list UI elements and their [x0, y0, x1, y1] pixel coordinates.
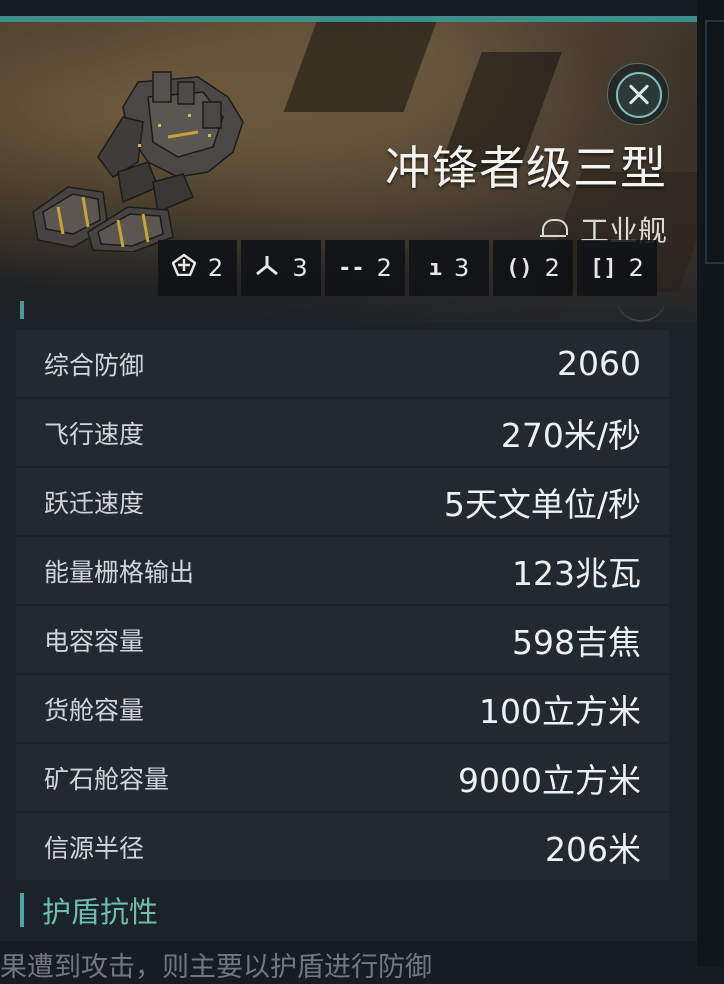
industrial-ship-icon: [539, 219, 568, 239]
stat-label: 能量栅格输出: [44, 557, 195, 587]
mid-slot-icon: ı: [428, 255, 442, 281]
stat-label: 货舱容量: [44, 695, 145, 725]
ship-header: 冲锋者级三型 工业舰 2 3 -- 2 ı 3 () 2 [] 2: [0, 22, 697, 322]
turret-icon: [254, 254, 280, 282]
ship-name: 冲锋者级三型: [385, 141, 667, 195]
stat-row: 跃迁速度 5天文单位/秒: [16, 468, 669, 535]
slot-count: 3: [292, 254, 308, 282]
close-icon: [616, 72, 662, 118]
slot-low[interactable]: () 2: [493, 240, 573, 296]
stat-value: 598吉焦: [512, 622, 641, 662]
slot-count: 2: [544, 254, 560, 282]
slot-count: 2: [376, 254, 392, 282]
stat-label: 矿石舱容量: [44, 764, 170, 794]
drone-bay-icon: [171, 253, 197, 282]
fitting-slots: 2 3 -- 2 ı 3 () 2 [] 2: [158, 240, 657, 296]
shield-resistance-title: 护盾抗性: [42, 895, 159, 929]
stat-label: 信源半径: [44, 833, 145, 863]
high-slot-icon: --: [338, 255, 365, 281]
slot-count: 3: [453, 254, 470, 282]
stat-value: 100立方米: [479, 691, 641, 731]
slot-count: 2: [207, 254, 224, 282]
slot-count: 2: [628, 254, 644, 282]
stat-label: 飞行速度: [44, 419, 145, 449]
stat-row: 电容容量 598吉焦: [16, 606, 669, 673]
low-slot-icon: (): [506, 255, 533, 281]
stat-row: 货舱容量 100立方米: [16, 675, 669, 742]
slot-turret[interactable]: 3: [241, 240, 321, 296]
stat-row: 矿石舱容量 9000立方米: [16, 744, 669, 811]
stat-value: 123兆瓦: [512, 553, 641, 593]
slot-drone[interactable]: 2: [158, 240, 237, 296]
stat-label: 跃迁速度: [44, 488, 145, 518]
close-button[interactable]: [607, 63, 669, 125]
stat-row: 综合防御 2060: [16, 330, 669, 397]
stat-value: 270米/秒: [500, 415, 641, 455]
section-marker: [20, 301, 24, 319]
stat-row: 信源半径 206米: [16, 813, 669, 880]
stat-value: 9000立方米: [458, 760, 641, 800]
slot-mid[interactable]: ı 3: [409, 240, 489, 296]
stat-value: 206米: [545, 829, 641, 869]
stat-row: 飞行速度 270米/秒: [16, 399, 669, 466]
stat-label: 电容容量: [44, 626, 145, 656]
ship-image: [32, 71, 244, 252]
background-right-edge: [697, 0, 724, 966]
stat-row: 能量栅格输出 123兆瓦: [16, 537, 669, 604]
section-marker: [20, 893, 24, 927]
stat-value: 2060: [557, 344, 641, 383]
slot-high[interactable]: -- 2: [325, 240, 405, 296]
shield-resistance-section: 护盾抗性: [20, 889, 158, 931]
ship-info-panel: 冲锋者级三型 工业舰 2 3 -- 2 ı 3 () 2 [] 2 综合防御 2…: [0, 16, 697, 941]
stat-value: 5天文单位/秒: [443, 484, 641, 524]
footer-text: 果遭到攻击，则主要以护盾进行防御: [0, 952, 432, 983]
stats-list: 综合防御 2060 飞行速度 270米/秒 跃迁速度 5天文单位/秒 能量栅格输…: [16, 330, 669, 882]
stat-label: 综合防御: [44, 350, 145, 380]
rig-slot-icon: []: [590, 255, 617, 281]
